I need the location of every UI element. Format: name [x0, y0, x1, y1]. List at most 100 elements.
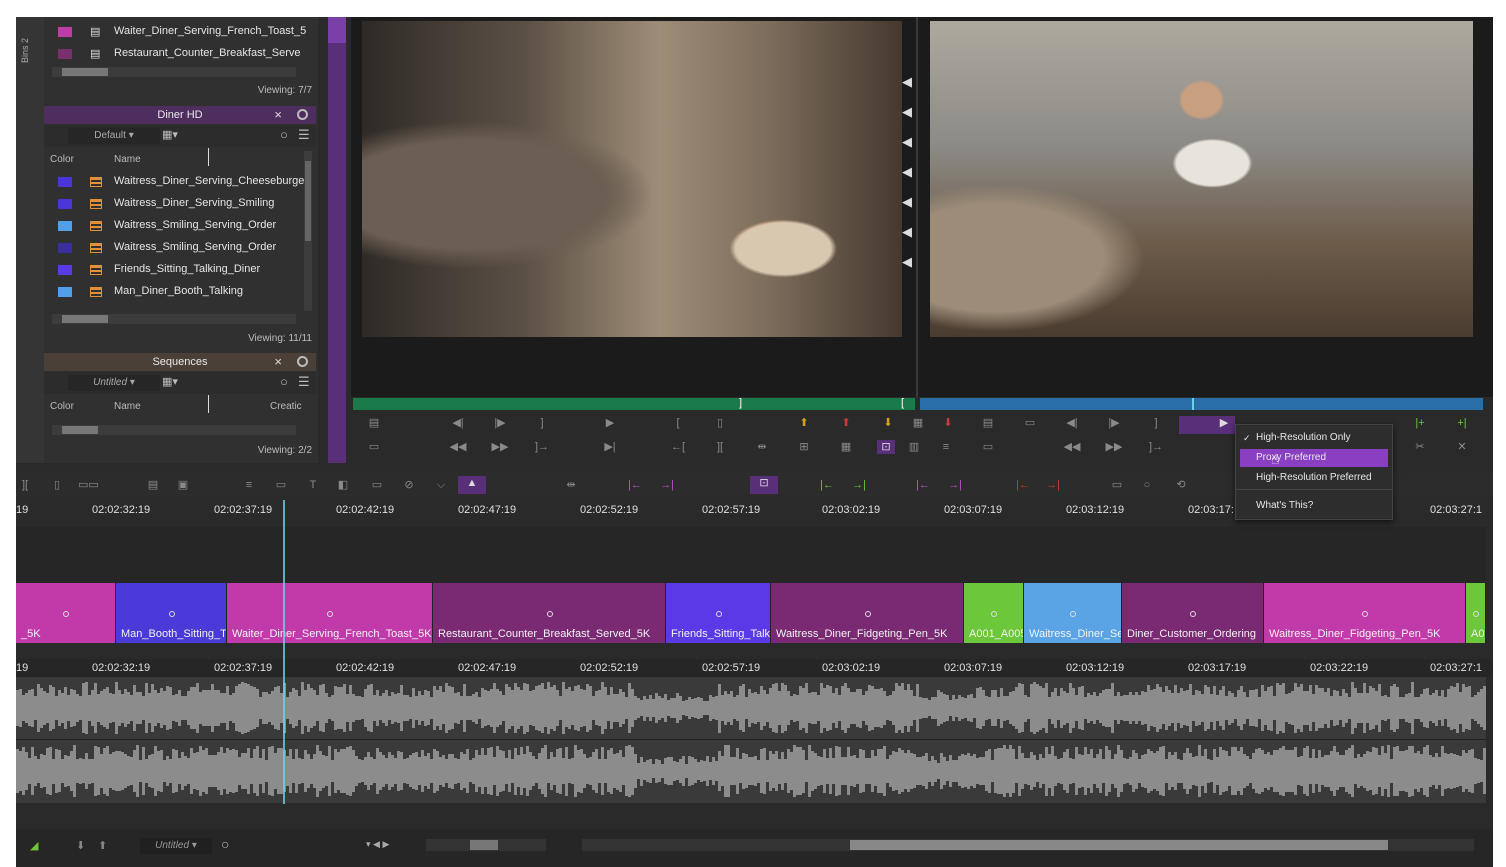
playhead[interactable]	[283, 500, 285, 804]
bin-view-icon[interactable]: ▤	[979, 416, 997, 430]
mark-out-icon[interactable]: ]	[533, 416, 551, 430]
extract-splice-icon[interactable]: →|	[658, 478, 676, 492]
bins-tab[interactable]: Bins 2	[20, 25, 36, 75]
bin-view-dropdown[interactable]: Default ▾	[68, 128, 160, 144]
record-monitor-frame[interactable]	[930, 21, 1473, 337]
add-edit-icon[interactable]: |←	[818, 478, 836, 492]
list-view-icon[interactable]: ▦▾	[162, 375, 178, 388]
play-to-out-icon[interactable]: ▶|	[601, 440, 619, 454]
menu-icon[interactable]: ☰	[298, 374, 310, 390]
menu-icon[interactable]: ☰	[298, 127, 310, 143]
sync-icon[interactable]: ⇹	[562, 478, 580, 492]
list-icon[interactable]: ▥	[905, 440, 923, 454]
rewind-icon[interactable]: ◀◀	[1063, 440, 1081, 454]
mark-icon[interactable]: ][	[711, 440, 729, 454]
horizontal-scrollbar[interactable]	[52, 314, 296, 324]
timeline-view-icon[interactable]: ⊡	[877, 440, 895, 454]
timeline-clip[interactable]: Man_Booth_Sitting_T	[116, 583, 227, 643]
horizontal-scrollbar[interactable]	[52, 425, 296, 435]
add-edit-icon[interactable]: →|	[850, 478, 868, 492]
zoom-slider-thumb[interactable]	[470, 840, 498, 850]
loop-icon[interactable]: ⟲	[1172, 478, 1190, 492]
scroll-thumb[interactable]	[62, 315, 108, 323]
play-icon[interactable]: ▶	[601, 416, 619, 430]
settings-icon[interactable]: ≡	[937, 440, 955, 454]
list-item[interactable]: Man_Diner_Booth_Talking	[44, 282, 314, 302]
zoom-slider[interactable]	[426, 839, 546, 851]
trim-icon[interactable]: ✕	[1453, 440, 1471, 454]
step-forward-icon[interactable]: |▶	[1105, 416, 1123, 430]
position-indicator[interactable]	[1192, 398, 1194, 410]
timeline-clip[interactable]: A0	[1466, 583, 1486, 643]
lift-icon[interactable]: ⬆	[795, 416, 813, 430]
gear-icon[interactable]	[297, 109, 308, 120]
mark-clip-icon[interactable]: ▯	[48, 478, 66, 492]
scale-arrows-icon[interactable]: ▾ ◀ ▶	[366, 839, 389, 850]
list-view-icon[interactable]: ▦▾	[162, 128, 178, 141]
vertical-scrollbar[interactable]	[304, 151, 312, 311]
effect-icon[interactable]: ◧	[334, 478, 352, 492]
trim-left-icon[interactable]: |←	[914, 478, 932, 492]
list-item[interactable]: Waitress_Diner_Serving_Cheeseburge	[44, 172, 314, 192]
link-icon[interactable]: ⌵	[432, 478, 450, 492]
list-item[interactable]: Waitress_Smiling_Serving_Order	[44, 216, 314, 236]
timeline-clip[interactable]: _5K	[16, 583, 116, 643]
scroll-thumb[interactable]	[62, 68, 108, 76]
toggle-icon[interactable]: ▭	[365, 440, 383, 454]
extract-icon[interactable]: ⬆	[837, 416, 855, 430]
source-monitor-frame[interactable]	[362, 21, 902, 337]
list-item[interactable]: ▤ Waiter_Diner_Serving_French_Toast_5	[44, 22, 314, 42]
up-arrow-icon[interactable]: ⬆	[98, 839, 107, 852]
source-monitor-icon[interactable]: ▭	[1021, 416, 1039, 430]
cut-icon[interactable]: ✂	[1411, 440, 1429, 454]
menu-item-high-resolution-only[interactable]: ✓ High-Resolution Only	[1236, 429, 1392, 447]
track-monitor-icon[interactable]: ◢	[30, 839, 38, 852]
audio-icon[interactable]: ▭	[1108, 478, 1126, 492]
list-item[interactable]: Waitress_Smiling_Serving_Order	[44, 238, 314, 258]
search-icon[interactable]: ○	[280, 374, 288, 389]
mark-out-icon[interactable]: ]	[1147, 416, 1165, 430]
add-edit-icon[interactable]: +|	[1453, 416, 1471, 430]
trim-in-icon[interactable]: |←	[1014, 478, 1032, 492]
lift-overwrite-icon[interactable]: |←	[626, 478, 644, 492]
close-icon[interactable]: ×	[274, 353, 282, 371]
bin-view-dropdown[interactable]: Untitled ▾	[68, 375, 160, 391]
trim-right-icon[interactable]: →|	[946, 478, 964, 492]
overwrite-icon[interactable]: ⬇	[939, 416, 957, 430]
smart-tool-icon[interactable]: ▲	[458, 476, 486, 494]
trim-out-icon[interactable]: →|	[1044, 478, 1062, 492]
gear-icon[interactable]	[297, 356, 308, 367]
splice-icon[interactable]: ⬇	[879, 416, 897, 430]
go-to-out-icon[interactable]: ]→	[1147, 440, 1165, 454]
step-forward-icon[interactable]: |▶	[491, 416, 509, 430]
search-icon[interactable]: ○	[280, 127, 288, 142]
list-item[interactable]: Waitress_Diner_Serving_Smiling	[44, 194, 314, 214]
title-icon[interactable]: T	[304, 478, 322, 492]
timeline-scroll-thumb[interactable]	[850, 840, 1388, 850]
split-icon[interactable]: ▭▭	[78, 478, 99, 492]
horizontal-scrollbar[interactable]	[52, 67, 296, 77]
record-icon[interactable]: ○	[1138, 478, 1156, 492]
column-creation[interactable]: Creatic	[270, 401, 302, 412]
go-to-out-icon[interactable]: ]→	[533, 440, 551, 454]
step-back-icon[interactable]: ◀|	[1063, 416, 1081, 430]
play-icon[interactable]: ▶	[1215, 416, 1233, 430]
fast-forward-icon[interactable]: ▶▶	[1105, 440, 1123, 454]
timeline-clip[interactable]: Waiter_Diner_Serving_French_Toast_5K	[227, 583, 433, 643]
add-edit-icon[interactable]: |+	[1411, 416, 1429, 430]
clip-icon[interactable]: ▭	[272, 478, 290, 492]
multicam-icon[interactable]: ⊞	[795, 440, 813, 454]
sequence-dropdown[interactable]: Untitled ▾	[140, 838, 212, 854]
down-arrow-icon[interactable]: ⬇	[76, 839, 85, 852]
audio-waveform-a1[interactable]	[16, 677, 1486, 739]
timeline-clip[interactable]: Friends_Sitting_Talk	[666, 583, 771, 643]
timeline-clip[interactable]: A001_A005	[964, 583, 1024, 643]
composer-tab[interactable]	[328, 17, 346, 43]
timecode-ruler-bottom[interactable]: 19 02:02:32:19 02:02:37:19 02:02:42:19 02:02…	[16, 659, 1493, 677]
mark-clip-icon[interactable]: ▯	[711, 416, 729, 430]
match-frame-icon[interactable]: ⇹	[753, 440, 771, 454]
menu-item-proxy-preferred[interactable]: Proxy Preferred	[1240, 449, 1388, 467]
timeline-clip[interactable]: Waitress_Diner_Fidgeting_Pen_5K	[771, 583, 964, 643]
audio-waveform-a2[interactable]	[16, 740, 1486, 802]
scroll-thumb[interactable]	[305, 161, 311, 241]
